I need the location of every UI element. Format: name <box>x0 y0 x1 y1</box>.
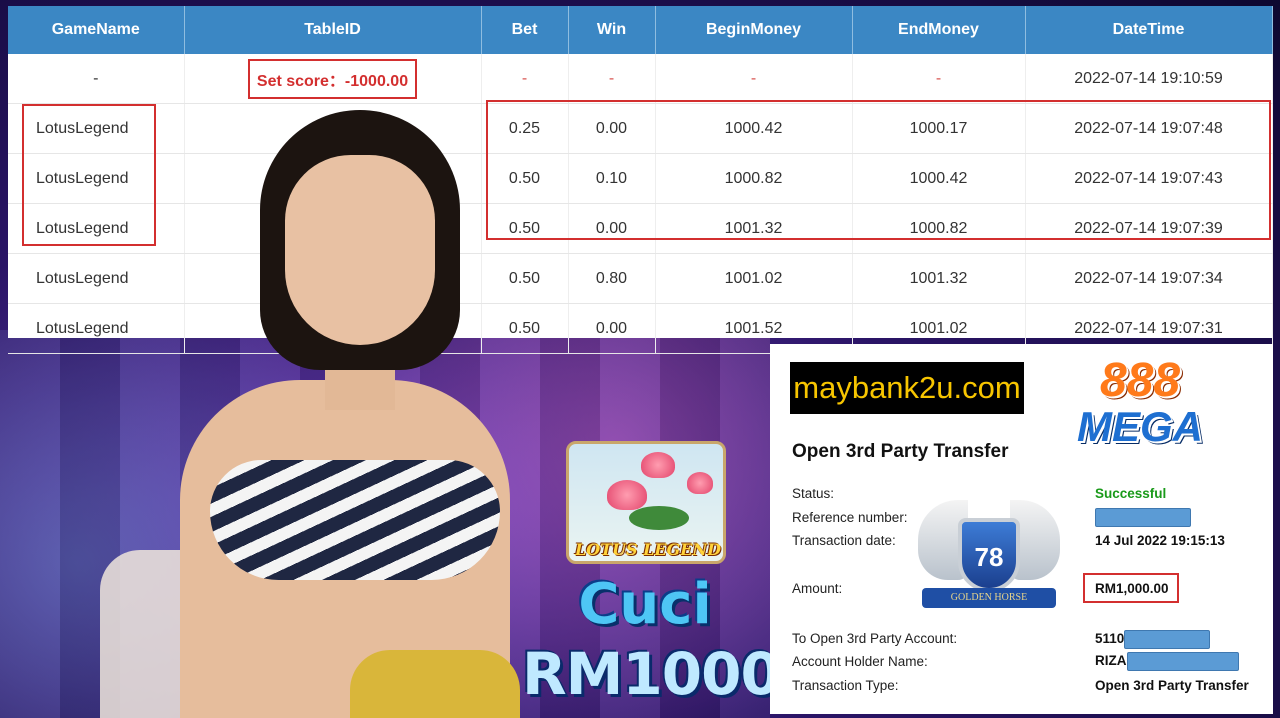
cell-endmoney: - <box>852 54 1026 104</box>
reference-label: Reference number: <box>792 510 908 525</box>
table-header-row: GameName TableID Bet Win BeginMoney EndM… <box>8 6 1273 54</box>
lotus-flower-icon <box>641 452 675 478</box>
cell-beginmoney: 1001.02 <box>655 253 853 304</box>
amount-label: Amount: <box>792 581 843 596</box>
reference-value-redacted <box>1095 508 1191 527</box>
holder-value: RIZA <box>1095 652 1239 671</box>
col-header-bet[interactable]: Bet <box>481 6 569 54</box>
lotus-flower-icon <box>687 472 713 494</box>
lotus-flower-icon <box>607 480 647 510</box>
redaction-block <box>1126 652 1239 671</box>
cell-gamename: - <box>8 54 185 104</box>
redaction-block <box>1124 630 1211 649</box>
model-striped-top <box>210 460 500 580</box>
cell-beginmoney: - <box>655 54 853 104</box>
receipt-title: Open 3rd Party Transfer <box>792 441 1009 462</box>
promo-amount-text: RM1000 <box>522 640 781 708</box>
highlight-box-bet-rows <box>486 100 1271 240</box>
model-face <box>285 155 435 345</box>
mega888-logo-number: 888 <box>1099 354 1181 407</box>
status-value: Successful <box>1095 486 1167 501</box>
table-row-set-score: - Set score：-1000.00 - - - - 2022-07-14 … <box>8 54 1273 104</box>
cell-endmoney: 1001.32 <box>852 253 1026 304</box>
type-value: Open 3rd Party Transfer <box>1095 678 1249 693</box>
golden-horse-badge: 78 GOLDEN HORSE <box>918 496 1060 620</box>
cell-datetime: 2022-07-14 19:07:34 <box>1025 253 1273 304</box>
cell-win: - <box>568 54 656 104</box>
col-header-win[interactable]: Win <box>568 6 656 54</box>
model-gold-skirt <box>350 650 520 718</box>
col-header-beginmoney[interactable]: BeginMoney <box>655 6 853 54</box>
cell-win: 0.80 <box>568 253 656 304</box>
game-icon-title: LOTUS LEGEND <box>575 540 721 559</box>
cell-bet: - <box>481 54 569 104</box>
maybank2u-logo: maybank2u.com <box>790 362 1024 414</box>
col-header-tableid[interactable]: TableID <box>184 6 482 54</box>
bank-transfer-receipt: maybank2u.com 888 MEGA Open 3rd Party Tr… <box>770 344 1273 714</box>
account-label: To Open 3rd Party Account: <box>792 631 958 646</box>
holder-label: Account Holder Name: <box>792 654 928 669</box>
cell-datetime: 2022-07-14 19:10:59 <box>1025 54 1273 104</box>
status-label: Status: <box>792 486 835 501</box>
holder-value-visible: RIZA <box>1095 653 1127 669</box>
account-value-visible: 5110 <box>1095 631 1125 647</box>
highlight-box-amount <box>1083 573 1179 603</box>
lotus-legend-game-icon: LOTUS LEGEND <box>566 441 726 564</box>
date-label: Transaction date: <box>792 533 896 548</box>
type-label: Transaction Type: <box>792 678 899 693</box>
mega888-logo-word: MEGA <box>1077 403 1203 450</box>
cell-win: 0.00 <box>568 303 656 354</box>
redaction-block <box>1095 508 1191 527</box>
lotus-leaf-icon <box>629 506 689 530</box>
col-header-datetime[interactable]: DateTime <box>1025 6 1273 54</box>
set-score-label: Set score：-1000.00 <box>247 58 418 99</box>
account-value: 5110 <box>1095 630 1211 649</box>
model-figure <box>100 110 520 718</box>
badge-ribbon: GOLDEN HORSE <box>922 588 1056 608</box>
promo-cuci-text: Cuci <box>578 572 712 637</box>
date-value: 14 Jul 2022 19:15:13 <box>1095 533 1225 548</box>
col-header-gamename[interactable]: GameName <box>8 6 185 54</box>
shield-icon: 78 <box>958 518 1020 592</box>
mega888-logo: 888 MEGA <box>1060 356 1220 452</box>
cell-tableid: Set score：-1000.00 <box>184 54 482 104</box>
col-header-endmoney[interactable]: EndMoney <box>852 6 1026 54</box>
